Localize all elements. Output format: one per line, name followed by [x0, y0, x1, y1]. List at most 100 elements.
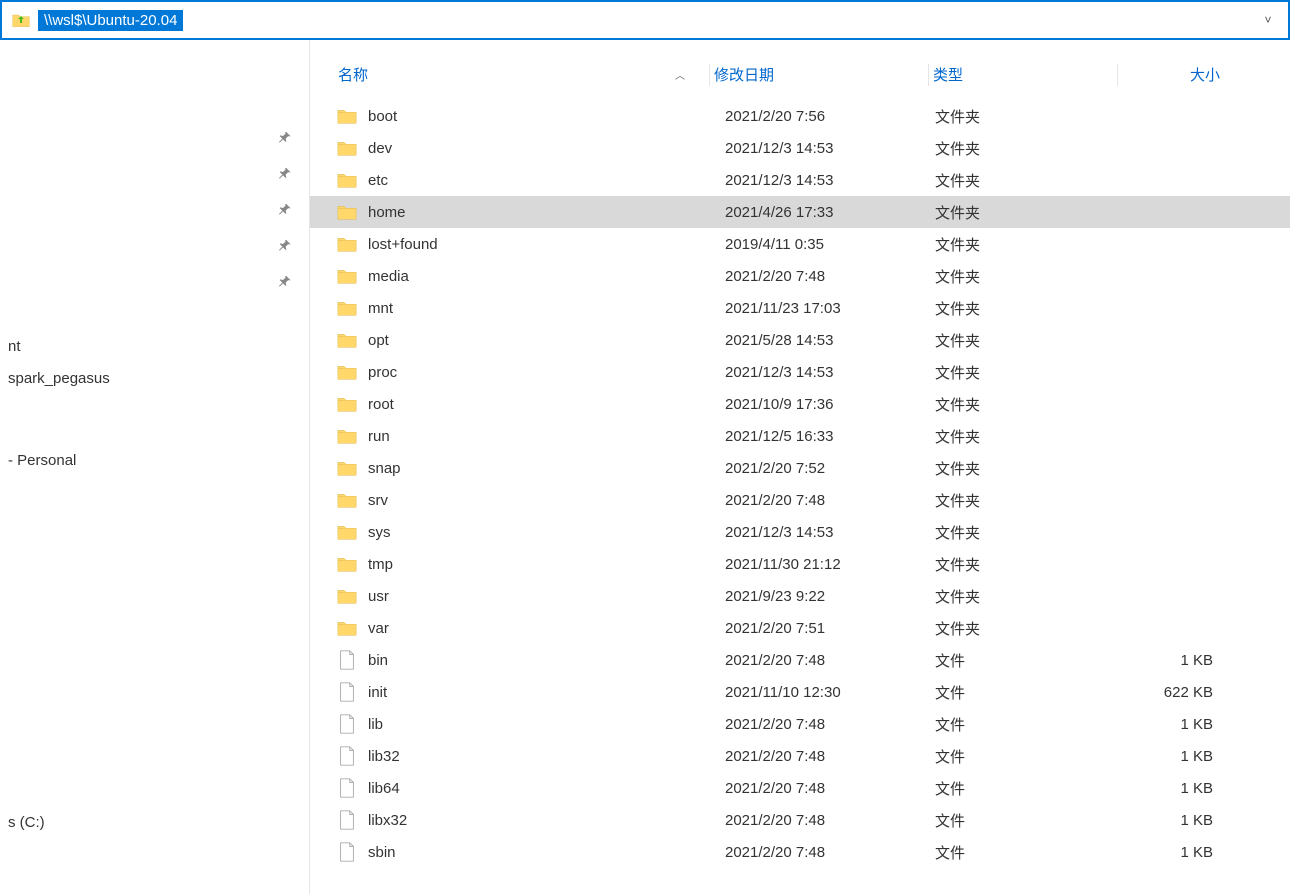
- column-header-name[interactable]: 名称 ︿: [310, 64, 705, 85]
- file-date: 2021/2/20 7:48: [725, 844, 935, 861]
- file-name: dev: [368, 140, 725, 157]
- file-name: srv: [368, 492, 725, 509]
- file-row[interactable]: proc2021/12/3 14:53文件夹: [310, 356, 1290, 388]
- file-row[interactable]: lib642021/2/20 7:48文件1 KB: [310, 772, 1290, 804]
- file-row[interactable]: tmp2021/11/30 21:12文件夹: [310, 548, 1290, 580]
- sidebar-item[interactable]: - Personal: [0, 444, 309, 476]
- pin-icon: [277, 130, 293, 146]
- column-header-date[interactable]: 修改日期: [714, 64, 924, 85]
- file-type: 文件夹: [935, 586, 1115, 607]
- file-name: lib32: [368, 748, 725, 765]
- file-row[interactable]: srv2021/2/20 7:48文件夹: [310, 484, 1290, 516]
- file-name: boot: [368, 108, 725, 125]
- file-name: etc: [368, 172, 725, 189]
- pin-icon: [277, 274, 293, 290]
- file-date: 2021/2/20 7:51: [725, 620, 935, 637]
- file-row[interactable]: run2021/12/5 16:33文件夹: [310, 420, 1290, 452]
- file-type: 文件夹: [935, 234, 1115, 255]
- address-path[interactable]: \\wsl$\Ubuntu-20.04: [38, 10, 183, 31]
- file-date: 2021/2/20 7:48: [725, 716, 935, 733]
- file-row[interactable]: sbin2021/2/20 7:48文件1 KB: [310, 836, 1290, 868]
- file-name: proc: [368, 364, 725, 381]
- folder-icon: [336, 201, 358, 223]
- file-type: 文件夹: [935, 138, 1115, 159]
- file-name: opt: [368, 332, 725, 349]
- file-row[interactable]: dev2021/12/3 14:53文件夹: [310, 132, 1290, 164]
- file-row[interactable]: mnt2021/11/23 17:03文件夹: [310, 292, 1290, 324]
- file-name: libx32: [368, 812, 725, 829]
- folder-icon: [336, 553, 358, 575]
- file-date: 2021/11/10 12:30: [725, 684, 935, 701]
- folder-icon: [336, 521, 358, 543]
- pin-icon: [277, 202, 293, 218]
- folder-icon: [336, 329, 358, 351]
- file-name: init: [368, 684, 725, 701]
- file-row[interactable]: boot2021/2/20 7:56文件夹: [310, 100, 1290, 132]
- file-type: 文件夹: [935, 330, 1115, 351]
- column-header-type[interactable]: 类型: [933, 64, 1113, 85]
- file-date: 2021/2/20 7:48: [725, 812, 935, 829]
- file-type: 文件夹: [935, 362, 1115, 383]
- chevron-down-icon[interactable]: ˅: [1258, 13, 1278, 27]
- file-type: 文件夹: [935, 618, 1115, 639]
- pin-icon: [277, 166, 293, 182]
- file-date: 2021/2/20 7:48: [725, 268, 935, 285]
- file-name: usr: [368, 588, 725, 605]
- folder-icon: [336, 489, 358, 511]
- sidebar-item[interactable]: s (C:): [0, 806, 309, 838]
- file-name: sbin: [368, 844, 725, 861]
- folder-icon: [336, 297, 358, 319]
- file-name: sys: [368, 524, 725, 541]
- column-header-size[interactable]: 大小: [1122, 64, 1232, 85]
- file-name: media: [368, 268, 725, 285]
- sort-indicator-icon: ︿: [675, 67, 685, 82]
- file-name: var: [368, 620, 725, 637]
- file-date: 2021/9/23 9:22: [725, 588, 935, 605]
- file-row[interactable]: snap2021/2/20 7:52文件夹: [310, 452, 1290, 484]
- file-row[interactable]: sys2021/12/3 14:53文件夹: [310, 516, 1290, 548]
- file-icon: [336, 681, 358, 703]
- file-type: 文件: [935, 746, 1115, 767]
- file-row[interactable]: bin2021/2/20 7:48文件1 KB: [310, 644, 1290, 676]
- file-row[interactable]: root2021/10/9 17:36文件夹: [310, 388, 1290, 420]
- file-row[interactable]: lost+found2019/4/11 0:35文件夹: [310, 228, 1290, 260]
- file-row[interactable]: var2021/2/20 7:51文件夹: [310, 612, 1290, 644]
- address-bar[interactable]: \\wsl$\Ubuntu-20.04 ˅: [0, 0, 1290, 40]
- file-size: 1 KB: [1115, 748, 1225, 765]
- file-row[interactable]: lib322021/2/20 7:48文件1 KB: [310, 740, 1290, 772]
- file-type: 文件夹: [935, 490, 1115, 511]
- file-type: 文件夹: [935, 298, 1115, 319]
- folder-icon: [336, 393, 358, 415]
- file-date: 2021/2/20 7:48: [725, 492, 935, 509]
- file-date: 2021/11/23 17:03: [725, 300, 935, 317]
- file-row[interactable]: init2021/11/10 12:30文件622 KB: [310, 676, 1290, 708]
- file-name: run: [368, 428, 725, 445]
- file-type: 文件: [935, 682, 1115, 703]
- file-icon: [336, 809, 358, 831]
- file-size: 1 KB: [1115, 716, 1225, 733]
- folder-icon: [336, 425, 358, 447]
- sidebar-item[interactable]: spark_pegasus: [0, 362, 309, 394]
- file-name: bin: [368, 652, 725, 669]
- file-row[interactable]: lib2021/2/20 7:48文件1 KB: [310, 708, 1290, 740]
- folder-icon: [336, 233, 358, 255]
- file-type: 文件夹: [935, 170, 1115, 191]
- sidebar-item[interactable]: nt: [0, 330, 309, 362]
- file-date: 2021/2/20 7:48: [725, 652, 935, 669]
- file-type: 文件: [935, 842, 1115, 863]
- file-date: 2021/11/30 21:12: [725, 556, 935, 573]
- file-row[interactable]: opt2021/5/28 14:53文件夹: [310, 324, 1290, 356]
- file-date: 2021/2/20 7:56: [725, 108, 935, 125]
- file-row[interactable]: libx322021/2/20 7:48文件1 KB: [310, 804, 1290, 836]
- file-row[interactable]: usr2021/9/23 9:22文件夹: [310, 580, 1290, 612]
- file-icon: [336, 777, 358, 799]
- file-row[interactable]: home2021/4/26 17:33文件夹: [310, 196, 1290, 228]
- folder-icon: [336, 361, 358, 383]
- file-size: 1 KB: [1115, 652, 1225, 669]
- file-type: 文件: [935, 714, 1115, 735]
- file-date: 2021/12/5 16:33: [725, 428, 935, 445]
- folder-icon: [336, 105, 358, 127]
- file-row[interactable]: media2021/2/20 7:48文件夹: [310, 260, 1290, 292]
- file-type: 文件: [935, 778, 1115, 799]
- file-row[interactable]: etc2021/12/3 14:53文件夹: [310, 164, 1290, 196]
